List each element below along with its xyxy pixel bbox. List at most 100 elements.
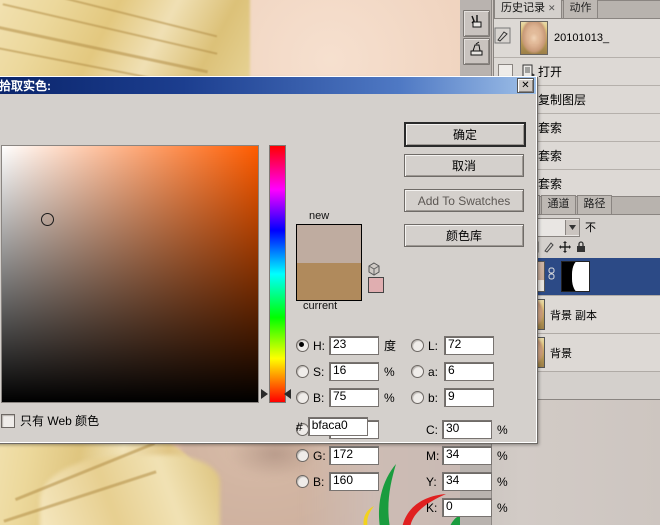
close-icon[interactable]: ✕ bbox=[517, 78, 534, 93]
field-row-hue: H: 23 度 bbox=[296, 335, 396, 356]
history-item-label: 复制图层 bbox=[538, 91, 586, 108]
tab-history[interactable]: 历史记录✕ bbox=[494, 0, 562, 18]
tab-actions[interactable]: 动作 bbox=[563, 0, 598, 18]
link-icon[interactable] bbox=[547, 267, 556, 286]
unit-hue: 度 bbox=[384, 337, 396, 354]
tab-channels[interactable]: 通道 bbox=[541, 195, 576, 214]
lock-all-icon[interactable] bbox=[575, 241, 587, 256]
sv-gradient bbox=[2, 146, 258, 402]
checkbox-box[interactable] bbox=[1, 414, 15, 428]
dodge-tool-button[interactable] bbox=[463, 10, 490, 37]
hue-marker-right[interactable] bbox=[284, 389, 291, 399]
unit-cyan: % bbox=[497, 423, 508, 437]
dialog-body: new current H: 23 度 S: 16 % B: bbox=[0, 94, 536, 442]
input-hue[interactable]: 23 bbox=[329, 336, 379, 355]
tab-history-label: 历史记录 bbox=[501, 2, 545, 14]
field-row-saturation: S: 16 % bbox=[296, 361, 395, 382]
input-brightness[interactable]: 75 bbox=[329, 388, 379, 407]
hex-field-row: # bfaca0 bbox=[296, 417, 368, 436]
label-brightness: B: bbox=[313, 391, 329, 405]
history-snapshot-row[interactable]: 20101013_ bbox=[494, 19, 660, 58]
tab-close-icon[interactable]: ✕ bbox=[548, 3, 556, 13]
chevron-down-icon[interactable] bbox=[565, 220, 579, 235]
radio-blue[interactable] bbox=[296, 475, 309, 488]
input-black[interactable]: 0 bbox=[442, 498, 492, 517]
lock-image-icon[interactable] bbox=[543, 241, 555, 256]
stamp-tool-button[interactable] bbox=[463, 38, 490, 65]
tab-actions-label: 动作 bbox=[570, 2, 592, 14]
radio-lab-b[interactable] bbox=[411, 391, 424, 404]
hue-marker-left[interactable] bbox=[261, 389, 268, 399]
label-cyan: C: bbox=[426, 423, 442, 437]
lock-position-icon[interactable] bbox=[559, 241, 571, 256]
input-yellow[interactable]: 34 bbox=[442, 472, 492, 491]
hue-gradient bbox=[269, 145, 286, 403]
radio-saturation[interactable] bbox=[296, 365, 309, 378]
history-item-label: 打开 bbox=[538, 63, 562, 80]
web-colors-only-label: 只有 Web 颜色 bbox=[20, 412, 99, 429]
snapshot-brush-icon[interactable] bbox=[494, 27, 518, 49]
snapshot-label: 20101013_ bbox=[554, 32, 609, 44]
field-row-magenta: M: 34 % bbox=[426, 445, 508, 466]
label-yellow: Y: bbox=[426, 475, 442, 489]
input-cyan[interactable]: 30 bbox=[442, 420, 492, 439]
layer-name: 背景 副本 bbox=[550, 307, 597, 323]
ok-button[interactable]: 确定 bbox=[404, 122, 526, 147]
tab-channels-label: 通道 bbox=[548, 198, 570, 210]
radio-hue[interactable] bbox=[296, 339, 309, 352]
field-row-blue: B: 160 bbox=[296, 471, 379, 492]
layer-mask-thumbnail[interactable] bbox=[561, 261, 590, 292]
dialog-title: 拾取实色: bbox=[0, 77, 51, 94]
new-color-swatch[interactable] bbox=[297, 225, 361, 263]
radio-lab-a[interactable] bbox=[411, 365, 424, 378]
input-green[interactable]: 172 bbox=[329, 446, 379, 465]
label-green: G: bbox=[313, 449, 329, 463]
history-item-label: 套索 bbox=[538, 147, 562, 164]
input-lab-b[interactable]: 9 bbox=[444, 388, 494, 407]
radio-brightness[interactable] bbox=[296, 391, 309, 404]
cancel-button[interactable]: 取消 bbox=[404, 154, 524, 177]
saturation-brightness-field[interactable] bbox=[1, 145, 259, 403]
unit-yellow: % bbox=[497, 475, 508, 489]
snapshot-thumbnail bbox=[520, 21, 548, 55]
history-panel-tabs: 历史记录✕ 动作 bbox=[494, 1, 660, 19]
hex-prefix: # bbox=[296, 420, 303, 434]
input-saturation[interactable]: 16 bbox=[329, 362, 379, 381]
color-libraries-button[interactable]: 颜色库 bbox=[404, 224, 524, 247]
dialog-titlebar[interactable]: 拾取实色: ✕ bbox=[0, 77, 536, 94]
web-colors-only-checkbox[interactable]: 只有 Web 颜色 bbox=[1, 412, 99, 429]
unit-saturation: % bbox=[384, 365, 395, 379]
input-blue[interactable]: 160 bbox=[329, 472, 379, 491]
field-row-green: G: 172 bbox=[296, 445, 379, 466]
new-color-label: new bbox=[309, 210, 329, 222]
input-hex[interactable]: bfaca0 bbox=[308, 417, 368, 436]
field-row-brightness: B: 75 % bbox=[296, 387, 395, 408]
in-gamut-color-swatch[interactable] bbox=[368, 277, 384, 293]
unit-black: % bbox=[497, 501, 508, 515]
field-row-lab-l: L: 72 bbox=[411, 335, 494, 356]
label-lab-b: b: bbox=[428, 391, 444, 405]
tab-paths-label: 路径 bbox=[584, 198, 606, 210]
input-lab-l[interactable]: 72 bbox=[444, 336, 494, 355]
sv-selection-marker[interactable] bbox=[41, 213, 54, 226]
label-blue: B: bbox=[313, 475, 329, 489]
hue-slider[interactable] bbox=[266, 145, 285, 401]
current-color-swatch[interactable] bbox=[297, 263, 361, 301]
layer-name: 背景 bbox=[550, 345, 572, 361]
field-row-lab-b: b: 9 bbox=[411, 387, 494, 408]
color-preview-box bbox=[296, 224, 362, 301]
radio-green[interactable] bbox=[296, 449, 309, 462]
input-lab-a[interactable]: 6 bbox=[444, 362, 494, 381]
history-item-label: 套索 bbox=[538, 119, 562, 136]
label-magenta: M: bbox=[426, 449, 442, 463]
input-magenta[interactable]: 34 bbox=[442, 446, 492, 465]
label-saturation: S: bbox=[313, 365, 329, 379]
tab-paths[interactable]: 路径 bbox=[577, 195, 612, 214]
field-row-black: K: 0 % bbox=[426, 497, 508, 518]
history-item-label: 套索 bbox=[538, 175, 562, 192]
label-hue: H: bbox=[313, 339, 329, 353]
add-to-swatches-button[interactable]: Add To Swatches bbox=[404, 189, 524, 212]
radio-lab-l[interactable] bbox=[411, 339, 424, 352]
unit-brightness: % bbox=[384, 391, 395, 405]
label-lab-l: L: bbox=[428, 339, 444, 353]
